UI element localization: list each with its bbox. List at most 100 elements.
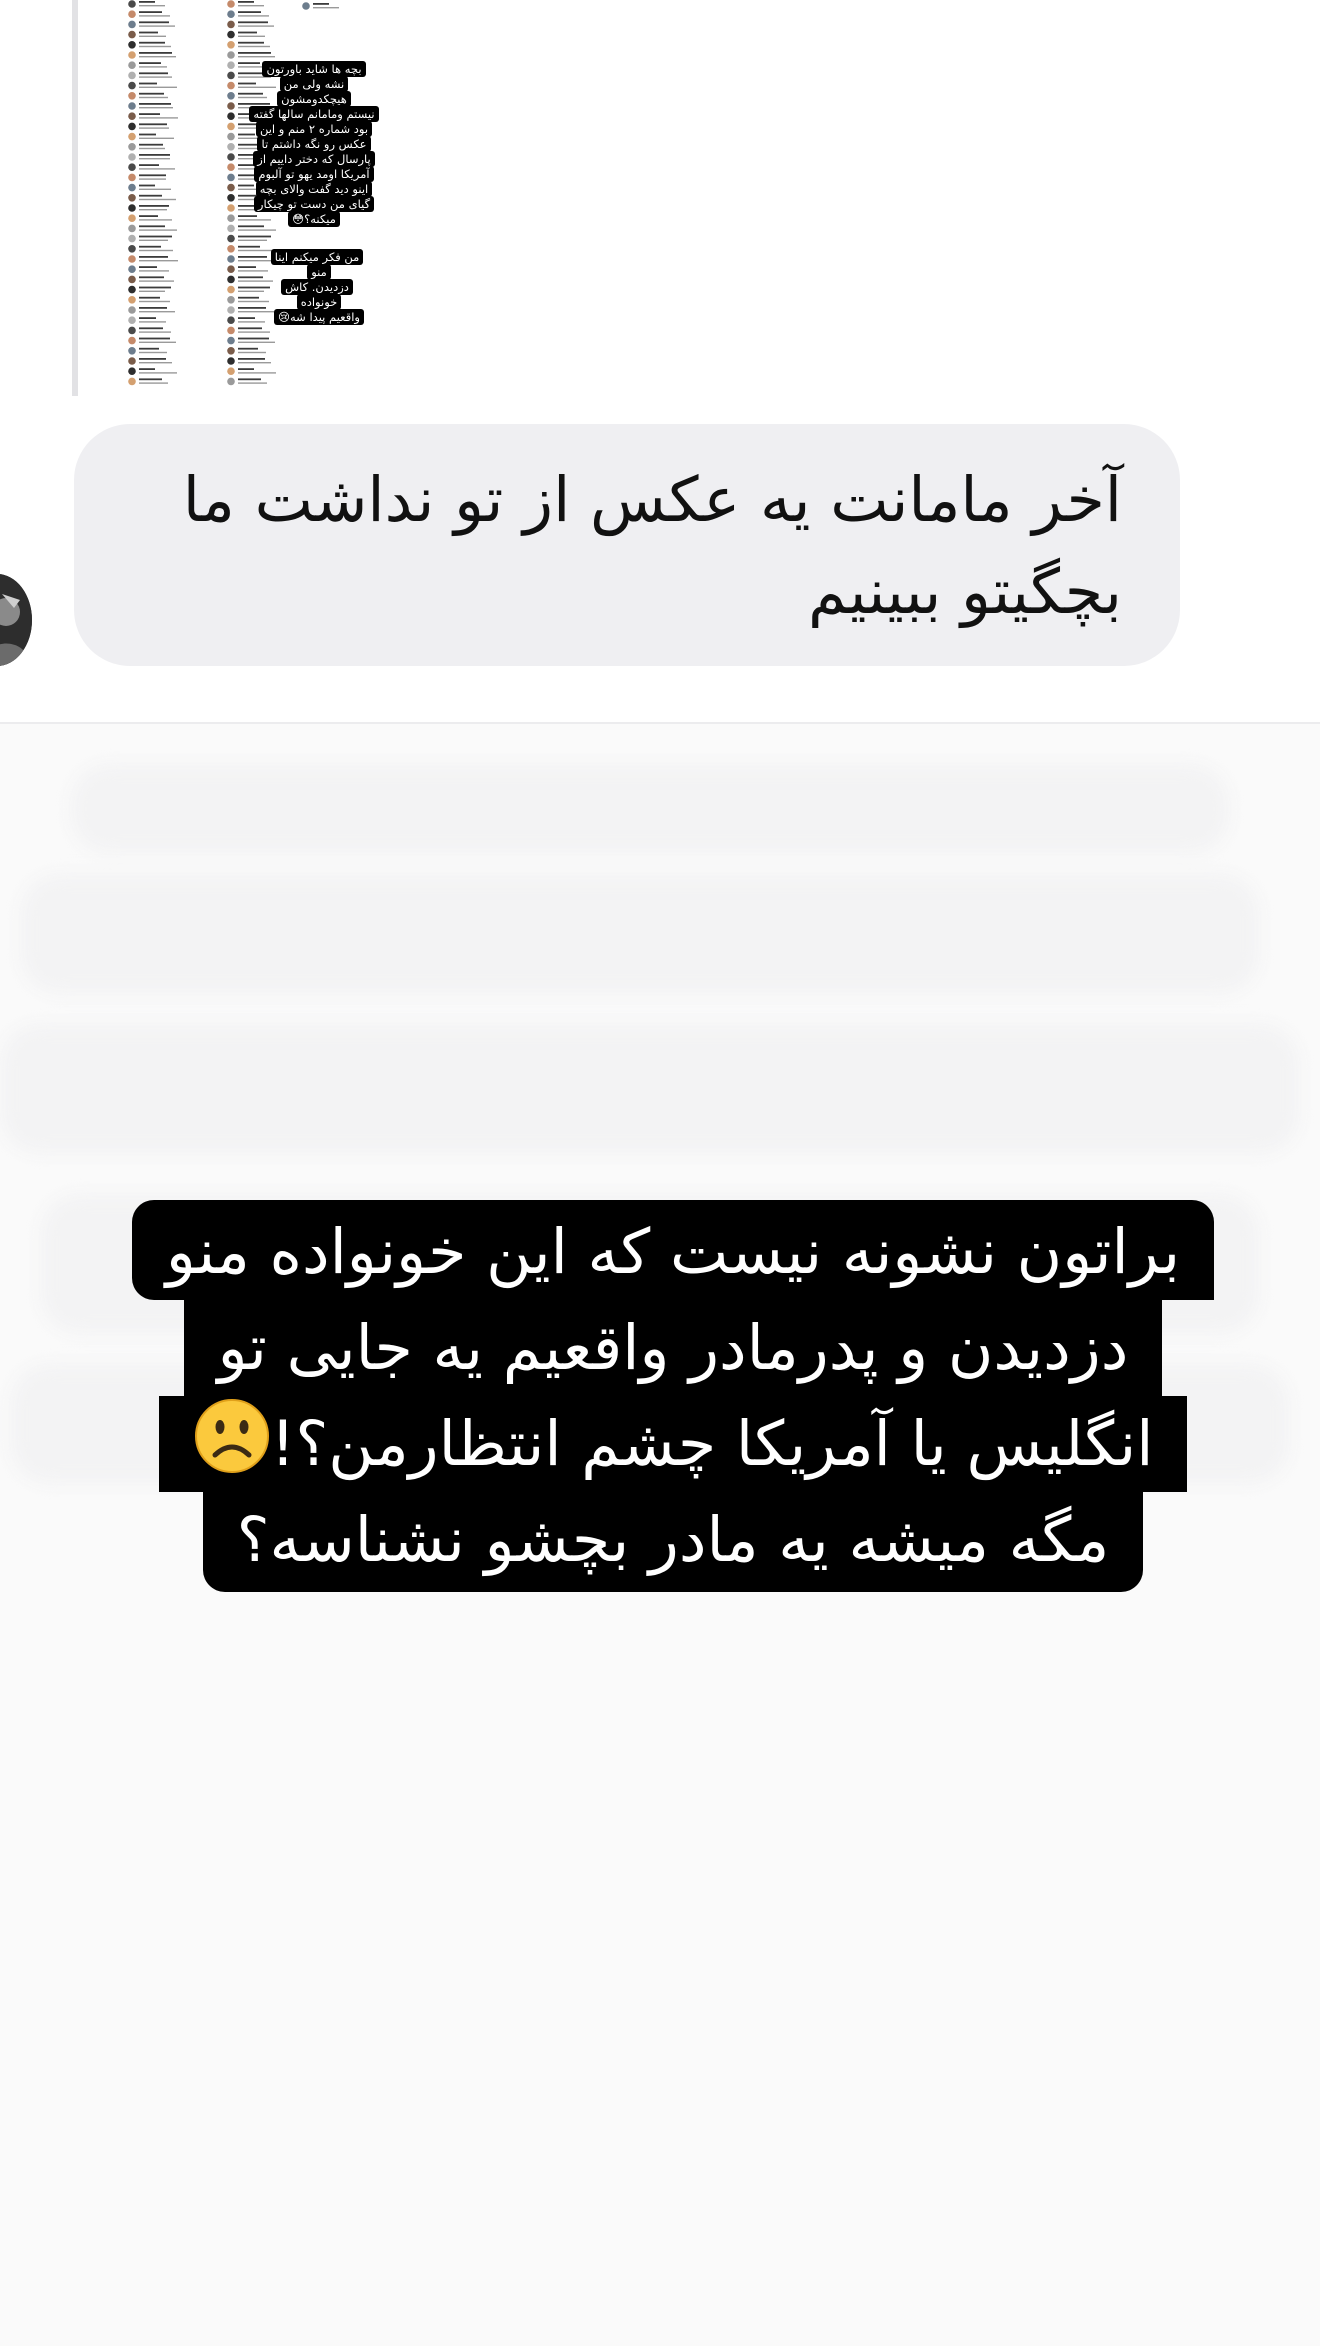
thumbnail-avatar <box>227 377 235 386</box>
thumbnail-text-line <box>139 174 166 177</box>
thumbnail-text-line <box>139 5 165 7</box>
thumbnail-text-line <box>139 337 170 340</box>
thumbnail-avatar <box>128 296 136 304</box>
story-caption: براتون نشونه نیست که این خونواده منو دزد… <box>128 1200 1218 1592</box>
thumbnail-avatar <box>128 275 136 284</box>
thumbnail-avatar <box>128 265 136 274</box>
thumbnail-text-line <box>139 225 165 228</box>
thumbnail-avatar <box>227 204 235 212</box>
thumbnail-text-line <box>139 260 178 262</box>
thumbnail-text-line <box>139 133 156 136</box>
thumbnail-text-line <box>139 382 168 384</box>
thumbnail-avatar <box>227 183 235 192</box>
thumbnail-avatar <box>227 30 235 39</box>
thumbnail-avatar <box>227 326 235 335</box>
thumbnail-text-line <box>238 337 269 340</box>
shared-story-preview[interactable]: بچه ها شاید باورتون نشه ولی من هیچکدومشو… <box>72 0 432 396</box>
thumbnail-text-line <box>139 56 176 58</box>
thumbnail-text-line <box>139 107 173 109</box>
thumbnail-text-line <box>139 123 167 126</box>
dm-thread-screen: بچه ها شاید باورتون نشه ولی من هیچکدومشو… <box>0 0 1320 2346</box>
thumbnail-avatar <box>128 234 136 243</box>
reply-message-bubble[interactable]: آخر مامانت یه عکس از تو نداشت ما بچگیتو … <box>74 424 1180 666</box>
thumbnail-text-line <box>238 256 267 258</box>
thumbnail-text-line <box>139 351 167 354</box>
thumbnail-text-line <box>139 372 177 374</box>
reply-message-text: آخر مامانت یه عکس از تو نداشت ما بچگیتو … <box>182 463 1122 628</box>
thumbnail-text-line <box>313 3 329 5</box>
thumbnail-text-line <box>238 31 257 34</box>
thumbnail-text-line <box>139 52 172 54</box>
thumbnail-text-line <box>238 1 254 3</box>
thumbnail-text-line <box>139 127 169 129</box>
thumbnail-avatar <box>227 316 235 325</box>
thumbnail-avatar <box>227 153 235 161</box>
thumbnail-text-line <box>139 154 170 156</box>
thumbnail-text-line <box>139 92 164 95</box>
thumbnail-avatar <box>128 173 136 182</box>
thumbnail-text-line <box>139 96 168 99</box>
thumbnail-caption-line: پارسال که دختر داییم از <box>253 151 375 167</box>
thumbnail-avatar <box>227 132 235 141</box>
thumbnail-caption-line: هیچکدومشون <box>277 91 351 107</box>
thumbnail-avatar <box>227 122 235 131</box>
thumbnail-text-line <box>139 215 158 217</box>
thumbnail-avatar <box>128 92 136 100</box>
thumbnail-text-line <box>238 52 271 54</box>
thumbnail-avatar <box>227 92 235 100</box>
thumbnail-text-line <box>238 296 259 299</box>
thumbnail-text-line <box>139 239 168 241</box>
thumbnail-text-line <box>238 307 266 309</box>
thumbnail-avatar <box>227 61 235 69</box>
thumbnail-text-line <box>139 300 170 303</box>
thumbnail-avatar <box>227 234 235 243</box>
thumbnail-text-line <box>139 31 158 34</box>
thumbnail-avatar <box>227 296 235 304</box>
thumbnail-text-line <box>238 290 264 292</box>
thumbnail-text-line <box>238 21 268 24</box>
thumbnail-text-line <box>139 311 175 313</box>
thumbnail-avatar <box>227 20 235 29</box>
user-avatar-icon[interactable] <box>0 574 32 666</box>
thumbnail-text-line <box>139 286 171 289</box>
thumbnail-text-line <box>139 249 173 252</box>
thumbnail-avatar <box>128 71 136 80</box>
thumbnail-text-line <box>139 66 167 68</box>
thumbnail-text-line <box>139 378 162 381</box>
thumbnail-avatar <box>128 81 136 90</box>
thumbnail-text-line <box>139 245 161 248</box>
thumbnail-text-line <box>139 327 163 330</box>
thumbnail-text-line <box>139 229 177 231</box>
thumbnail-text-line <box>238 341 275 343</box>
thumbnail-avatar <box>227 285 235 294</box>
thumbnail-text-line <box>139 290 165 292</box>
thumbnail-avatar <box>227 71 235 80</box>
thumbnail-text-line <box>238 15 269 17</box>
thumbnail-text-line <box>238 5 264 7</box>
thumbnail-text-line <box>238 351 266 354</box>
thumbnail-caption-line: میکنه؟😳 <box>288 211 340 227</box>
thumbnail-avatar <box>227 51 235 59</box>
thumbnail-avatar <box>128 285 136 294</box>
thumbnail-text-line <box>139 307 167 309</box>
quote-bar <box>72 0 78 396</box>
thumbnail-text-line <box>139 1 155 3</box>
thumbnail-text-line <box>238 41 264 44</box>
thumbnail-avatar <box>227 265 235 274</box>
thumbnail-text-line <box>139 205 169 207</box>
thumbnail-avatar <box>227 275 235 284</box>
thumbnail-text-line <box>238 229 276 231</box>
thumbnail-avatar <box>128 347 136 355</box>
thumbnail-text-line <box>139 362 172 364</box>
story-screenshot-thumbnail[interactable]: بچه ها شاید باورتون نشه ولی من هیچکدومشو… <box>116 0 432 392</box>
thumbnail-text-line <box>238 368 254 370</box>
thumbnail-text-line <box>139 188 171 190</box>
thumbnail-caption-line: عکس رو نگه داشتم تا <box>257 136 371 152</box>
thumbnail-text-line <box>139 15 170 17</box>
thumbnail-text-line <box>139 276 164 279</box>
thumbnail-text-line <box>139 25 175 27</box>
thumbnail-text-line <box>139 113 160 115</box>
thumbnail-text-line <box>139 358 166 360</box>
thumbnail-text-line <box>238 239 267 241</box>
story-caption-line: براتون نشونه نیست که این خونواده منو <box>131 1200 1215 1300</box>
